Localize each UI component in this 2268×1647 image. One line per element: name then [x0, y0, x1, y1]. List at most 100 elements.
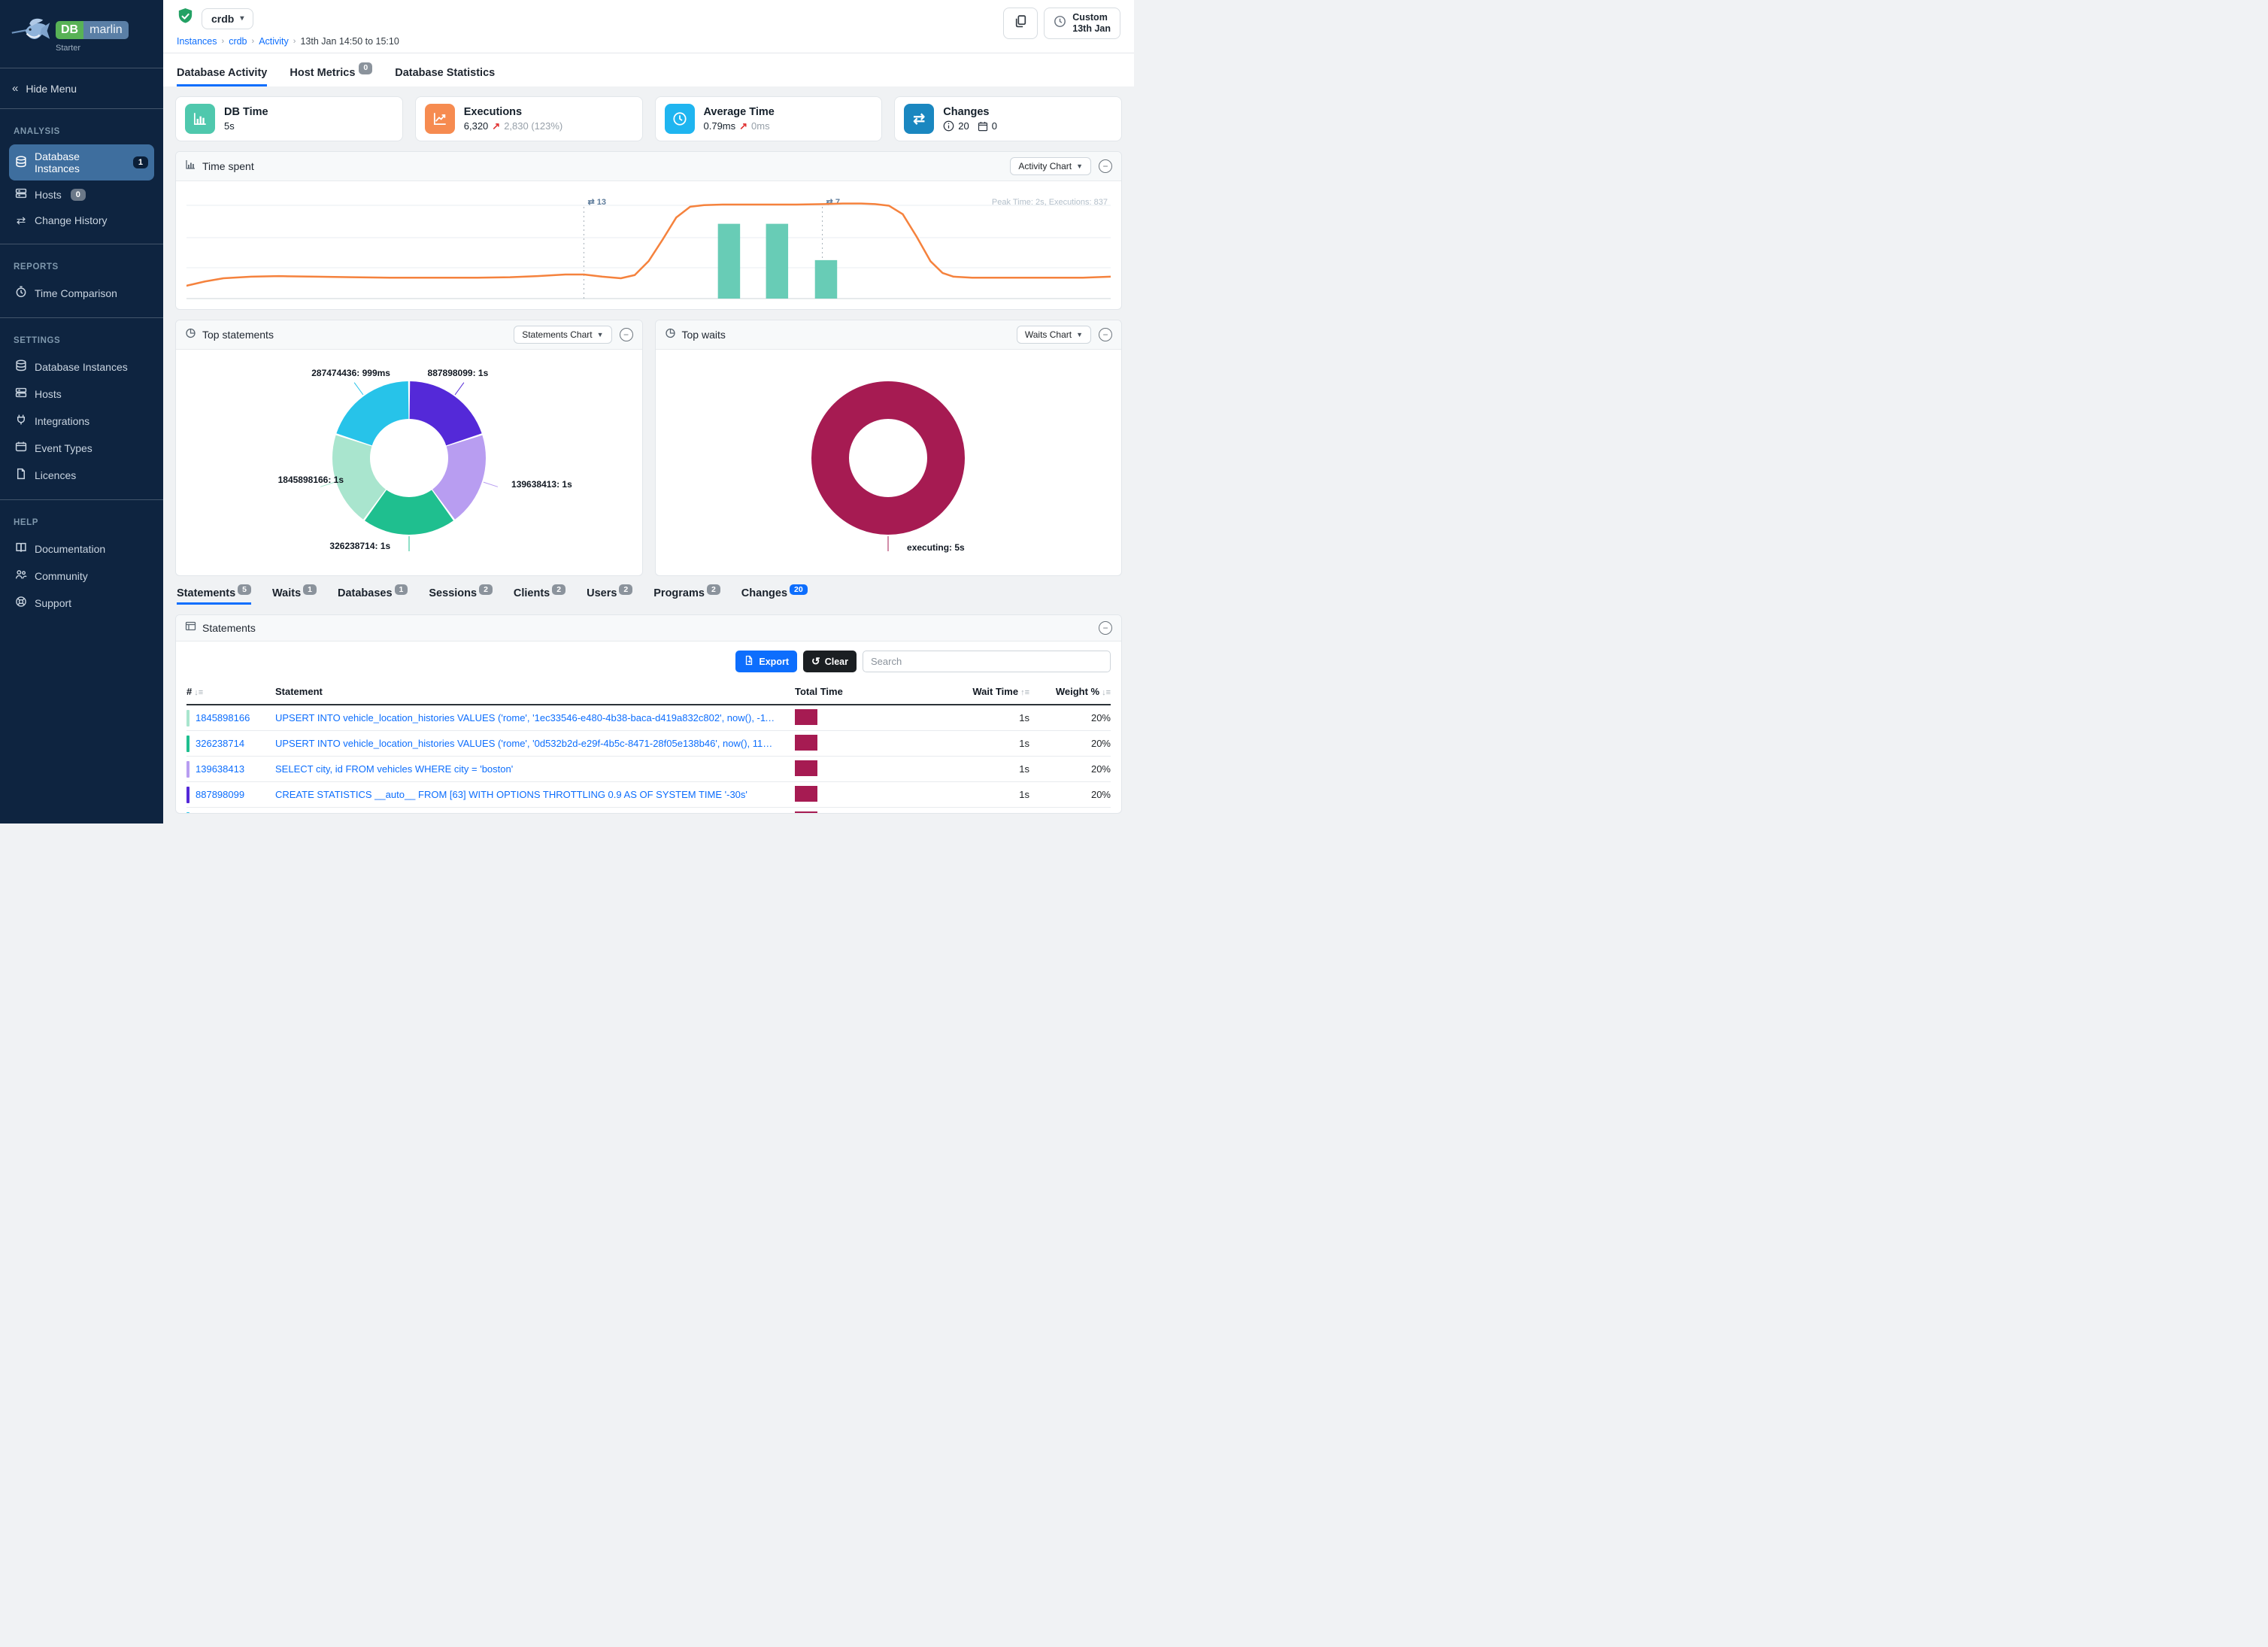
clock-icon	[665, 104, 695, 134]
col-id[interactable]: #	[186, 686, 192, 697]
count-badge: 2	[479, 584, 493, 595]
table-row[interactable]: 326238714 UPSERT INTO vehicle_location_h…	[186, 731, 1111, 757]
tab-databases[interactable]: Databases1	[338, 587, 408, 605]
time-spent-chart: Peak Time: 2s, Executions: 837 ⇄ 13⇄ 714…	[176, 181, 1121, 310]
sidebar-item-event-types[interactable]: Event Types	[9, 435, 154, 461]
tab-users[interactable]: Users2	[587, 587, 632, 605]
licence-document-icon	[15, 468, 27, 482]
statement-link[interactable]: SELECT city, id FROM vehicles WHERE city…	[275, 763, 795, 775]
weight-value: 20%	[1029, 763, 1111, 775]
statements-chart-select[interactable]: Statements Chart ▼	[514, 326, 611, 344]
total-time-bar	[795, 786, 817, 802]
col-total-time[interactable]: Total Time	[795, 686, 843, 697]
sidebar-item-integrations[interactable]: Integrations	[9, 408, 154, 434]
life-ring-icon	[15, 596, 27, 610]
waits-chart-select[interactable]: Waits Chart ▼	[1017, 326, 1091, 344]
activity-chart-select[interactable]: Activity Chart ▼	[1010, 157, 1091, 175]
sidebar-item-support[interactable]: Support	[9, 590, 154, 616]
hide-menu-button[interactable]: « Hide Menu	[0, 76, 163, 101]
wait-time-value: 1s	[879, 763, 1029, 775]
table-row[interactable]: 887898099 CREATE STATISTICS __auto__ FRO…	[186, 782, 1111, 808]
clear-button[interactable]: ↺ Clear	[803, 651, 857, 672]
collapse-panel-button[interactable]: −	[1099, 621, 1112, 635]
statements-header: Statements −	[176, 615, 1121, 642]
tab-waits[interactable]: Waits1	[272, 587, 317, 605]
breadcrumb-crdb[interactable]: crdb	[229, 36, 247, 47]
tab-host-metrics[interactable]: Host Metrics 0	[290, 67, 372, 86]
instance-selector[interactable]: crdb ▾	[202, 8, 253, 29]
sidebar-section-settings: SETTINGS Database Instances Hosts Integr…	[0, 326, 163, 492]
table-row[interactable]: 1845898166 UPSERT INTO vehicle_location_…	[186, 705, 1111, 731]
col-weight[interactable]: Weight %	[1056, 686, 1099, 697]
chevron-down-icon: ▼	[1076, 331, 1083, 338]
content-area: DB Time 5s Executions 6,320 ↗ 2,830 (123…	[163, 86, 1134, 824]
swap-arrows-icon: ⇄	[904, 104, 934, 134]
breadcrumb-instances[interactable]: Instances	[177, 36, 217, 47]
statement-link[interactable]: CREATE STATISTICS __auto__ FROM [63] WIT…	[275, 789, 795, 800]
sidebar-section-reports: REPORTS Time Comparison	[0, 252, 163, 310]
collapse-panel-button[interactable]: −	[620, 328, 633, 341]
time-spent-panel: Time spent Activity Chart ▼ − Peak Time:…	[175, 151, 1122, 310]
list-icon	[185, 620, 196, 635]
statements-donut-svg	[296, 356, 522, 560]
sidebar-item-hosts[interactable]: Hosts 0	[9, 181, 154, 208]
search-input[interactable]	[863, 651, 1111, 672]
time-spent-header: Time spent Activity Chart ▼ −	[176, 152, 1121, 181]
statement-link[interactable]: UPSERT INTO vehicle_location_histories V…	[275, 712, 795, 723]
sidebar-item-time-comparison[interactable]: Time Comparison	[9, 280, 154, 306]
tab-database-activity[interactable]: Database Activity	[177, 67, 267, 86]
total-time-bar	[795, 709, 817, 725]
count-badge: 2	[552, 584, 565, 595]
total-time-bar	[795, 811, 817, 814]
plug-icon	[15, 414, 27, 428]
collapse-panel-button[interactable]: −	[1099, 159, 1112, 173]
main-area: crdb ▾ Instances › crdb › Activity › 13t…	[163, 0, 1134, 824]
collapse-panel-button[interactable]: −	[1099, 328, 1112, 341]
statement-id-link[interactable]: 1845898166	[196, 712, 250, 723]
tab-programs[interactable]: Programs2	[653, 587, 720, 605]
server-icon	[15, 187, 27, 202]
time-range-button[interactable]: Custom 13th Jan	[1044, 8, 1120, 39]
breadcrumb-activity[interactable]: Activity	[259, 36, 289, 47]
sidebar-item-documentation[interactable]: Documentation	[9, 535, 154, 562]
statements-panel: Statements − Export ↺ Clear	[175, 614, 1122, 814]
table-toolbar: Export ↺ Clear	[186, 651, 1111, 672]
table-row[interactable]: 139638413 SELECT city, id FROM vehicles …	[186, 757, 1111, 782]
weight-value: 20%	[1029, 712, 1111, 723]
export-button[interactable]: Export	[735, 651, 797, 672]
col-statement[interactable]: Statement	[275, 686, 323, 697]
sort-down-icon: ↓≡	[1102, 688, 1111, 697]
sidebar-item-community[interactable]: Community	[9, 563, 154, 589]
tab-statements[interactable]: Statements5	[177, 587, 251, 605]
swap-arrows-icon: ⇄	[15, 215, 27, 226]
divider	[0, 317, 163, 318]
statement-id-link[interactable]: 139638413	[196, 763, 244, 775]
sidebar-item-database-instances[interactable]: Database Instances 1	[9, 144, 154, 180]
count-badge: 2	[619, 584, 632, 595]
tab-changes[interactable]: Changes20	[741, 587, 808, 605]
tab-database-statistics[interactable]: Database Statistics	[395, 67, 495, 86]
brand-wordmark: DB marlin	[56, 21, 129, 39]
stopwatch-icon	[15, 286, 27, 300]
count-badge: 1	[395, 584, 408, 595]
copy-link-button[interactable]	[1003, 8, 1038, 39]
waits-donut-svg	[775, 356, 1001, 560]
col-wait-time[interactable]: Wait Time	[972, 686, 1018, 697]
statement-id-link[interactable]: 326238714	[196, 738, 244, 749]
sidebar-item-database-instances-settings[interactable]: Database Instances	[9, 353, 154, 380]
panel-title: Time spent	[202, 160, 254, 172]
tab-sessions[interactable]: Sessions2	[429, 587, 493, 605]
slice-label: 887898099: 1s	[428, 368, 489, 378]
table-row[interactable]: 287474436 UPSERT INTO vehicle_location_h…	[186, 808, 1111, 814]
sidebar-item-change-history[interactable]: ⇄ Change History	[9, 208, 154, 232]
statement-id-link[interactable]: 887898099	[196, 789, 244, 800]
brand-logo: DB marlin Starter	[0, 9, 163, 60]
weight-value: 20%	[1029, 789, 1111, 800]
tab-clients[interactable]: Clients2	[514, 587, 565, 605]
kpi-value: 6,320	[464, 120, 489, 132]
sidebar-item-hosts-settings[interactable]: Hosts	[9, 381, 154, 407]
sidebar-item-licences[interactable]: Licences	[9, 462, 154, 488]
range-date: 13th Jan	[1072, 23, 1111, 34]
top-statements-panel: Top statements Statements Chart ▼ − 2874…	[175, 320, 643, 576]
statement-link[interactable]: UPSERT INTO vehicle_location_histories V…	[275, 738, 795, 749]
